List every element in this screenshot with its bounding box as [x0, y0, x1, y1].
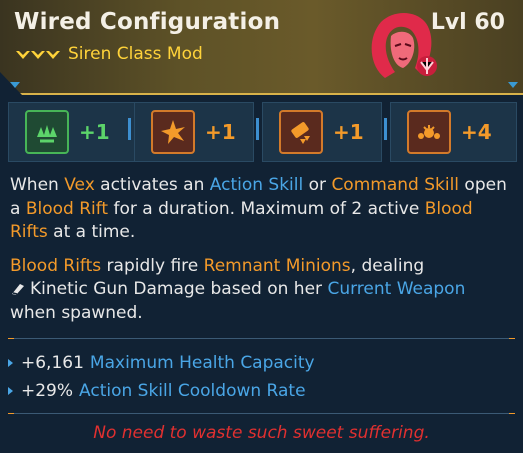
desc-text: at a time.	[47, 222, 136, 242]
stat-name: Maximum Health Capacity	[89, 353, 315, 373]
description-paragraph-2: Blood Rifts rapidly fire Remnant Minions…	[10, 255, 515, 326]
burst-skill-icon	[151, 110, 195, 154]
skill-bonus-value: +1	[333, 120, 364, 144]
keyword-remnant-minions: Remnant Minions	[203, 255, 351, 276]
header-corner-marker-right	[508, 82, 518, 88]
tile-separator	[128, 118, 131, 140]
minions-skill-icon	[407, 110, 451, 154]
stats-divider-top	[8, 338, 515, 339]
stat-row-cooldown: +29% Action Skill Cooldown Rate	[8, 381, 306, 401]
stat-value: +6,161	[21, 353, 84, 373]
class-mod-type: Siren Class Mod	[68, 44, 203, 64]
description-paragraph-1: When Vex activates an Action Skill or Co…	[10, 174, 515, 245]
divider-accent	[509, 413, 515, 414]
keyword-command-skill: Command Skill	[331, 175, 460, 195]
class-mod-row: Siren Class Mod	[16, 44, 203, 64]
stat-row-health: +6,161 Maximum Health Capacity	[8, 353, 315, 373]
item-card: Wired Configuration Lvl 60 Siren Class M…	[0, 0, 523, 453]
desc-text: activates an	[94, 175, 210, 195]
bullet-icon	[8, 387, 13, 395]
keyword-vex: Vex	[64, 175, 95, 195]
tile-separator	[384, 118, 387, 140]
desc-text: for a duration. Maximum of 2 active	[108, 198, 425, 219]
skill-bonus-value: +1	[205, 120, 236, 144]
desc-text: , dealing	[350, 255, 425, 276]
keyword-kinetic-gun-damage: Kinetic Gun Damage	[30, 279, 206, 299]
stat-name: Action Skill Cooldown Rate	[79, 381, 306, 401]
desc-text: when spawned.	[10, 302, 143, 323]
keyword-action-skill: Action Skill	[209, 175, 304, 195]
desc-text: or	[303, 175, 332, 195]
stat-value: +29%	[21, 381, 74, 401]
bullet-icon	[8, 359, 13, 367]
rarity-chevrons-icon	[16, 51, 60, 59]
divider-accent	[8, 413, 14, 414]
divider-accent	[509, 338, 515, 339]
tile-separator	[256, 118, 259, 140]
skill-tile-4[interactable]: +4	[390, 102, 517, 162]
skill-bonus-row: +1 +1 +1 +4	[0, 96, 523, 166]
keyword-current-weapon: Current Weapon	[327, 279, 466, 299]
keyword-blood-rifts: Blood Rifts	[10, 255, 102, 276]
item-description: When Vex activates an Action Skill or Co…	[10, 174, 515, 335]
desc-text: rapidly fire	[101, 255, 204, 276]
flavor-divider	[8, 413, 515, 414]
skill-bonus-value: +4	[461, 120, 492, 144]
desc-text: based on her	[205, 279, 328, 299]
flavor-text: No need to waste such sweet suffering.	[93, 423, 430, 443]
siren-vex-portrait-icon	[371, 13, 437, 78]
desc-text: When	[10, 175, 65, 195]
header-corner-marker-left	[10, 82, 20, 88]
green-splash-skill-icon	[25, 110, 69, 154]
keyword-blood-rift: Blood Rift	[25, 198, 109, 219]
divider-accent	[8, 338, 14, 339]
skill-tile-2[interactable]: +1	[134, 102, 254, 162]
skill-tile-3[interactable]: +1	[262, 102, 382, 162]
kinetic-damage-icon	[12, 284, 24, 295]
item-name: Wired Configuration	[14, 9, 281, 35]
skill-bonus-value: +1	[79, 120, 110, 144]
weapon-skill-icon	[279, 110, 323, 154]
